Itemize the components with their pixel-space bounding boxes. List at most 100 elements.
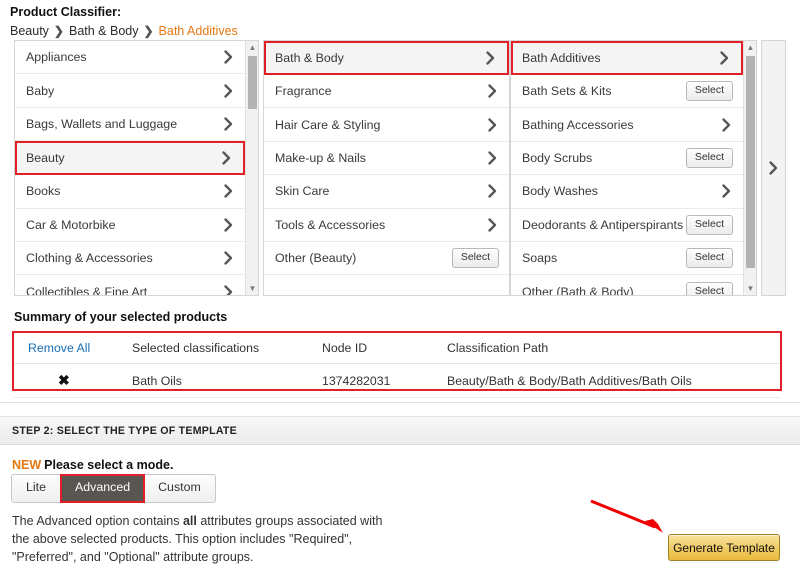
category-row-tools-accessories[interactable]: Tools & Accessories <box>264 208 509 242</box>
chevron-right-icon <box>222 184 235 199</box>
scrollbar-thumb[interactable] <box>248 56 257 109</box>
mode-option-advanced[interactable]: Advanced <box>59 474 146 503</box>
scroll-up-icon[interactable]: ▲ <box>246 41 258 54</box>
close-icon[interactable]: ✖ <box>28 372 132 389</box>
category-row-label: Baby <box>26 83 55 98</box>
category-row-label: Appliances <box>26 50 87 65</box>
select-button[interactable]: Select <box>451 248 499 268</box>
category-row-other-beauty[interactable]: Other (Beauty) Select <box>264 241 509 276</box>
chevron-right-icon <box>484 51 497 65</box>
category-row-baby[interactable]: Baby <box>15 74 245 108</box>
generate-template-button[interactable]: Generate Template <box>668 534 780 561</box>
next-column-expander[interactable] <box>761 40 786 296</box>
category-row-bath-additives[interactable]: Bath Additives <box>511 41 743 75</box>
scroll-down-icon[interactable]: ▼ <box>246 282 258 295</box>
select-button[interactable]: Select <box>685 81 733 101</box>
category-row-clothing-accessories[interactable]: Clothing & Accessories <box>15 241 245 276</box>
category-row-label: Collectibles & Fine Art <box>26 284 148 296</box>
category-row-label: Bath Sets & Kits <box>522 84 612 99</box>
scroll-up-icon[interactable]: ▲ <box>744 41 756 54</box>
chevron-right-icon <box>220 151 233 165</box>
category-row-car-motorbike[interactable]: Car & Motorbike <box>15 208 245 242</box>
category-row-bags-wallets-and-luggage[interactable]: Bags, Wallets and Luggage <box>15 107 245 142</box>
category-row-bath-sets-kits[interactable]: Bath Sets & Kits Select <box>511 75 743 109</box>
category-row-other-bath-body[interactable]: Other (Bath & Body) Select <box>511 275 743 296</box>
chevron-right-icon <box>222 117 235 131</box>
category-row-label: Soaps <box>522 251 558 266</box>
summary-header-node-id: Node ID <box>322 333 447 364</box>
mode-option-custom[interactable]: Custom <box>144 475 215 502</box>
breadcrumb-item-bath-additives[interactable]: Bath Additives <box>159 24 238 38</box>
category-row-collectibles-fine-art[interactable]: Collectibles & Fine Art <box>15 275 245 296</box>
chevron-right-icon <box>222 251 235 265</box>
category-row-hair-care-styling[interactable]: Hair Care & Styling <box>264 108 509 142</box>
mode-description: The Advanced option contains all attribu… <box>12 513 392 566</box>
category-row-label: Deodorants & Antiperspirants <box>522 217 684 232</box>
chevron-right-icon <box>222 50 235 64</box>
summary-header-selected-classifications: Selected classifications <box>132 333 322 364</box>
remove-row-cell: ✖ <box>14 363 132 398</box>
category-row-bathing-accessories[interactable]: Bathing Accessories <box>511 108 743 142</box>
chevron-right-icon <box>486 151 499 165</box>
product-classifier-page: Product Classifier: Beauty ❯ Bath & Body ❯ B… <box>0 0 800 568</box>
category-browser: Appliances Baby Bags, Wallets and Luggage B… <box>14 40 786 296</box>
breadcrumb-item-bath-body[interactable]: Bath & Body <box>69 24 139 38</box>
scrollbar-thumb[interactable] <box>746 56 755 268</box>
select-button[interactable]: Select <box>685 215 733 235</box>
category-row-deodorants-antiperspirants[interactable]: Deodorants & Antiperspirants Select <box>511 208 743 242</box>
column-scrollbar[interactable]: ▲ ▼ <box>743 41 756 295</box>
category-row-body-washes[interactable]: Body Washes <box>511 175 743 209</box>
section-divider <box>0 402 800 403</box>
category-row-label: Bathing Accessories <box>522 117 634 132</box>
chevron-right-icon <box>486 218 499 232</box>
category-row-label: Car & Motorbike <box>26 217 116 232</box>
category-row-beauty[interactable]: Beauty <box>15 141 245 176</box>
category-row-books[interactable]: Books <box>15 175 245 209</box>
breadcrumb-separator: ❯ <box>143 24 154 38</box>
category-row-skin-care[interactable]: Skin Care <box>264 175 509 209</box>
category-column-bath-and-body-subcategories: Bath Additives Bath Sets & Kits Select Bath… <box>510 40 757 296</box>
summary-body: ✖ Bath Oils 1374282031 Beauty/Bath & Body/B… <box>14 363 780 398</box>
node-id-cell: 1374282031 <box>322 363 447 398</box>
category-row-label: Other (Beauty) <box>275 251 357 266</box>
breadcrumb-item-beauty[interactable]: Beauty <box>10 24 49 38</box>
select-button[interactable]: Select <box>685 281 733 295</box>
category-row-label: Body Washes <box>522 184 598 199</box>
category-row-bath-body[interactable]: Bath & Body <box>264 41 509 75</box>
mode-prompt-text: Please select a mode. <box>44 458 174 472</box>
scroll-down-icon[interactable]: ▼ <box>744 282 756 295</box>
new-badge: NEW <box>12 458 42 472</box>
category-row-make-up-nails[interactable]: Make-up & Nails <box>264 141 509 176</box>
category-row-label: Books <box>26 184 61 199</box>
category-list: Bath & Body Fragrance Hair Care & Styling M… <box>264 41 509 295</box>
chevron-right-icon <box>767 161 780 175</box>
select-button[interactable]: Select <box>685 248 733 268</box>
chevron-right-icon <box>222 218 235 232</box>
step2-label: STEP 2: SELECT THE TYPE OF TEMPLATE <box>12 425 237 437</box>
summary-header-row: Remove All Selected classifications Node… <box>14 333 780 364</box>
classification-path-cell: Beauty/Bath & Body/Bath Additives/Bath O… <box>447 363 780 398</box>
category-row-fragrance[interactable]: Fragrance <box>264 75 509 109</box>
column-scrollbar[interactable]: ▲ ▼ <box>245 41 258 295</box>
mode-description-part1: The Advanced option contains <box>12 514 183 528</box>
category-row-label: Bath & Body <box>275 51 344 65</box>
category-row-label: Other (Bath & Body) <box>522 284 634 296</box>
chevron-right-icon <box>486 184 499 199</box>
mode-option-lite[interactable]: Lite <box>12 475 61 502</box>
category-column-beauty-subcategories: Bath & Body Fragrance Hair Care & Styling M… <box>263 40 510 296</box>
category-row-label: Fragrance <box>275 84 332 99</box>
chevron-right-icon <box>486 84 499 98</box>
chevron-right-icon <box>720 117 733 132</box>
category-row-label: Skin Care <box>275 184 330 199</box>
remove-all-link[interactable]: Remove All <box>28 341 90 355</box>
category-row-appliances[interactable]: Appliances <box>15 41 245 75</box>
category-row-soaps[interactable]: Soaps Select <box>511 241 743 276</box>
chevron-right-icon <box>486 117 499 132</box>
category-row-body-scrubs[interactable]: Body Scrubs Select <box>511 141 743 176</box>
category-list: Appliances Baby Bags, Wallets and Luggage B… <box>15 41 245 295</box>
category-row-label: Hair Care & Styling <box>275 117 381 132</box>
select-button[interactable]: Select <box>685 148 733 168</box>
step2-header-bar: STEP 2: SELECT THE TYPE OF TEMPLATE <box>0 416 800 445</box>
summary-table: Remove All Selected classifications Node… <box>14 333 780 398</box>
category-row-label: Bags, Wallets and Luggage <box>26 116 178 131</box>
